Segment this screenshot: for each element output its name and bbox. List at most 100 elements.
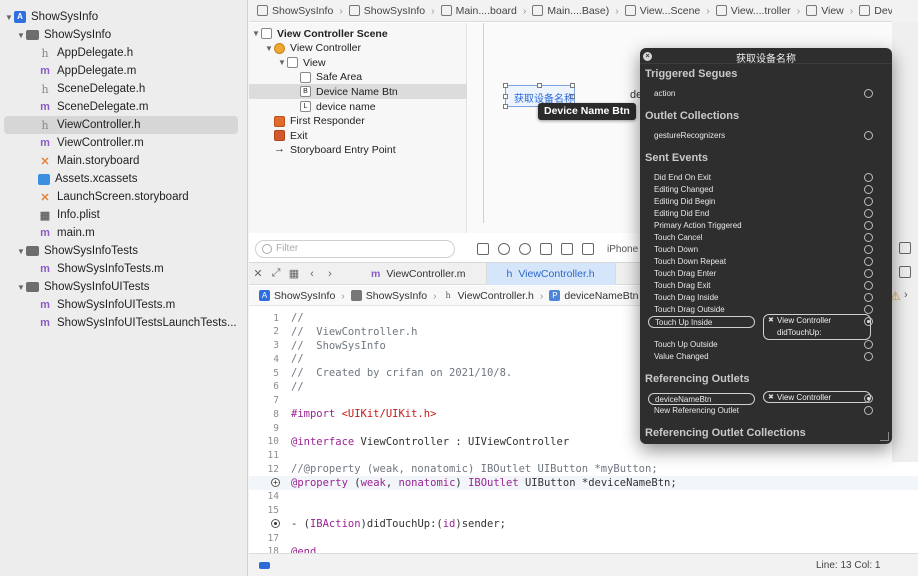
outline-item[interactable]: ▼ View Controller xyxy=(249,41,467,56)
code-line[interactable]: 17 xyxy=(249,531,918,545)
connection-target[interactable]: ✖ View Controller didTouchUp: xyxy=(763,314,871,340)
outline-filter-field[interactable]: Filter xyxy=(255,240,455,258)
forward-icon[interactable]: › xyxy=(321,268,339,280)
code-line[interactable]: 12 //@property (weak, nonatomic) IBOutlet… xyxy=(249,462,918,476)
chevron-right-icon[interactable]: › xyxy=(904,289,908,301)
connection-pill[interactable]: deviceNameBtn xyxy=(648,393,755,405)
connection-slot[interactable]: Value Changed xyxy=(640,351,892,363)
connection-circle-icon[interactable] xyxy=(864,293,873,302)
jump-bar-item[interactable]: View....troller xyxy=(715,5,791,17)
navigator-item[interactable]: ▼ A ShowSysInfo xyxy=(0,8,248,26)
disconnect-icon[interactable]: ✖ xyxy=(768,316,774,324)
orientation-icon[interactable] xyxy=(540,243,552,255)
disconnect-icon[interactable]: ✖ xyxy=(768,393,774,401)
navigator-item[interactable]: ▼ ShowSysInfo xyxy=(0,26,248,44)
connection-slot[interactable]: action xyxy=(640,88,892,100)
layout-icon[interactable] xyxy=(561,243,573,255)
navigator-item[interactable]: ▼ ShowSysInfoTests xyxy=(0,242,248,260)
resize-handle[interactable] xyxy=(537,83,542,88)
navigator-item[interactable]: ✕ Main.storyboard xyxy=(0,152,248,170)
canvas-options-icon[interactable] xyxy=(899,266,911,278)
outline-item[interactable]: ▼ View xyxy=(249,55,467,70)
disclosure-triangle-icon[interactable]: ▼ xyxy=(277,58,287,67)
outline-item[interactable]: Exit xyxy=(249,128,467,143)
connection-slot[interactable]: Editing Changed xyxy=(640,184,892,196)
jump-bar-item[interactable]: View xyxy=(806,5,844,17)
disclosure-triangle-icon[interactable]: ▼ xyxy=(16,31,26,40)
jump-bar-item[interactable]: ShowSysInfo xyxy=(257,5,333,17)
navigator-item[interactable]: m AppDelegate.m xyxy=(0,62,248,80)
connection-slot[interactable]: Touch Drag Enter xyxy=(640,268,892,280)
connection-circle-icon[interactable] xyxy=(864,305,873,314)
navigator-item[interactable]: h AppDelegate.h xyxy=(0,44,248,62)
disclosure-triangle-icon[interactable]: ▼ xyxy=(16,247,26,256)
connection-slot[interactable]: Touch Down Repeat xyxy=(640,256,892,268)
outline-item[interactable]: → Storyboard Entry Point xyxy=(249,143,467,158)
connection-circle-icon[interactable] xyxy=(864,89,873,98)
connection-circle-icon[interactable] xyxy=(864,221,873,230)
connection-row[interactable]: deviceNameBtn ✖ View Controller xyxy=(640,391,892,405)
navigator-item[interactable]: m ShowSysInfoUITests.m xyxy=(0,296,248,314)
navigator-item[interactable]: m main.m xyxy=(0,224,248,242)
code-line[interactable]: 14 xyxy=(249,490,918,504)
connection-circle-icon[interactable] xyxy=(864,209,873,218)
connection-slot[interactable]: Touch Down xyxy=(640,244,892,256)
breadcrumb-item[interactable]: ViewController.h xyxy=(458,290,534,302)
breadcrumb-item[interactable]: deviceNameBtn xyxy=(564,290,638,302)
connection-slot[interactable]: Touch Cancel xyxy=(640,232,892,244)
connection-slot[interactable]: New Referencing Outlet xyxy=(640,405,892,417)
disclosure-triangle-icon[interactable]: ▼ xyxy=(264,44,274,53)
connection-circle-icon[interactable] xyxy=(864,352,873,361)
jump-bar-item[interactable]: View...Scene xyxy=(624,5,700,17)
connection-slot[interactable]: Touch Up Outside xyxy=(640,339,892,351)
navigator-item[interactable]: m SceneDelegate.m xyxy=(0,98,248,116)
code-line[interactable]: 11 xyxy=(249,449,918,463)
navigator-item[interactable]: ▦ Info.plist xyxy=(0,206,248,224)
connection-slot[interactable]: Touch Drag Exit xyxy=(640,280,892,292)
device-icon[interactable] xyxy=(582,243,594,255)
connection-circle-icon[interactable] xyxy=(864,317,873,326)
connection-circle-icon[interactable] xyxy=(864,257,873,266)
connection-circle-icon[interactable] xyxy=(864,340,873,349)
outline-item[interactable]: ▼ View Controller Scene xyxy=(249,26,467,41)
tab-viewcontroller-m[interactable]: m ViewController.m xyxy=(351,262,487,285)
connection-circle-icon[interactable] xyxy=(864,281,873,290)
connection-row[interactable]: Touch Up Inside ✖ View Controller didTouchU… xyxy=(640,314,892,340)
navigator-item[interactable]: h ViewController.h xyxy=(4,116,238,134)
resize-handle[interactable] xyxy=(503,94,508,99)
grid-icon[interactable]: ▦ xyxy=(285,267,303,280)
connection-target[interactable]: ✖ View Controller xyxy=(763,391,871,403)
code-line[interactable]: + @property (weak, nonatomic) IBOutlet UI… xyxy=(249,476,918,490)
navigator-item[interactable]: Assets.xcassets xyxy=(0,170,248,188)
resize-handle[interactable] xyxy=(570,83,575,88)
connection-circle-icon[interactable] xyxy=(864,131,873,140)
navigator-item[interactable]: m ShowSysInfoUITestsLaunchTests... xyxy=(0,314,248,332)
breadcrumb-item[interactable]: ShowSysInfo xyxy=(366,290,427,302)
add-outlet-icon[interactable]: + xyxy=(271,478,280,487)
resize-handle[interactable] xyxy=(503,83,508,88)
close-icon[interactable]: ✕ xyxy=(249,267,267,280)
code-line[interactable]: - (IBAction)didTouchUp:(id)sender; xyxy=(249,517,918,531)
back-icon[interactable]: ‹ xyxy=(303,268,321,280)
navigator-item[interactable]: ✕ LaunchScreen.storyboard xyxy=(0,188,248,206)
connection-circle-icon[interactable] xyxy=(864,185,873,194)
resize-handle[interactable] xyxy=(503,104,508,109)
jump-bar-item[interactable]: ShowSysInfo xyxy=(348,5,425,17)
expand-icon[interactable]: ⤢ xyxy=(267,267,285,280)
jump-bar-item[interactable]: Main....Base) xyxy=(532,5,609,17)
tab-viewcontroller-h[interactable]: h ViewController.h xyxy=(486,262,616,285)
code-line[interactable]: 15 xyxy=(249,504,918,518)
connection-circle-icon[interactable] xyxy=(864,394,873,403)
navigator-item[interactable]: h SceneDelegate.h xyxy=(0,80,248,98)
connection-slot[interactable]: Primary Action Triggered xyxy=(640,220,892,232)
outline-item[interactable]: B Device Name Btn xyxy=(249,84,467,100)
connection-circle-icon[interactable] xyxy=(864,269,873,278)
accessibility-icon[interactable] xyxy=(519,243,531,255)
disclosure-triangle-icon[interactable]: ▼ xyxy=(4,13,14,22)
connection-slot[interactable]: Editing Did End xyxy=(640,208,892,220)
outline-item[interactable]: Safe Area xyxy=(249,70,467,85)
add-editor-icon[interactable] xyxy=(899,242,911,254)
connection-slot[interactable]: gestureRecognizers xyxy=(640,130,892,142)
connection-slot[interactable]: Editing Did Begin xyxy=(640,196,892,208)
outline-toggle-icon[interactable] xyxy=(477,243,489,255)
